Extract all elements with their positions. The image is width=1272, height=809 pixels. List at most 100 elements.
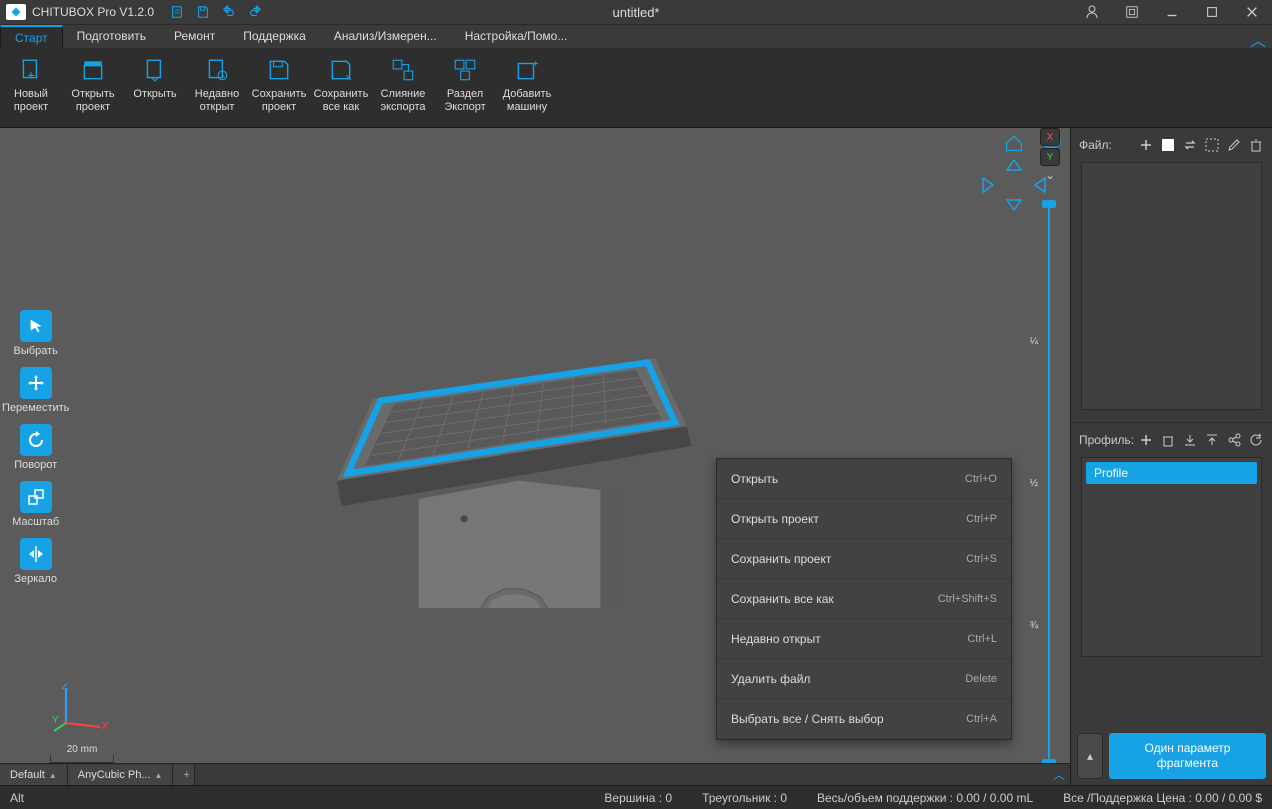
profile-panel-label: Профиль: [1079, 433, 1134, 447]
select-box-icon[interactable] [1204, 137, 1220, 153]
merge-export-button[interactable]: Слияниеэкспорта [372, 52, 434, 123]
machine-tab-anycubic[interactable]: AnyCubic Ph...▲ [68, 765, 174, 785]
status-triangle: Треугольник : 0 [702, 791, 787, 805]
tab-start[interactable]: Старт [0, 25, 63, 48]
tabs-expand-icon[interactable]: ︿ [1048, 766, 1070, 783]
ribbon: Новыйпроект Открытьпроект Открыть Недавн… [0, 48, 1272, 128]
tool-scale[interactable]: Масштаб [2, 481, 69, 528]
build-plate [270, 308, 740, 608]
axis-chevron-icon[interactable]: ⌄ [1045, 168, 1055, 182]
ctx-select-all[interactable]: Выбрать все / Снять выборCtrl+A [717, 699, 1011, 739]
export-profile-icon[interactable] [1204, 432, 1220, 448]
tab-prepare[interactable]: Подготовить [63, 25, 160, 48]
ctx-save-all-as[interactable]: Сохранить все какCtrl+Shift+S [717, 579, 1011, 619]
user-icon[interactable] [1072, 0, 1112, 24]
share-profile-icon[interactable] [1226, 432, 1242, 448]
move-icon [20, 367, 52, 399]
new-project-icon [17, 56, 45, 84]
svg-text:Y: Y [52, 715, 59, 726]
svg-text:Z: Z [62, 683, 68, 692]
edit-icon[interactable] [1226, 137, 1242, 153]
ctx-save-project[interactable]: Сохранить проектCtrl+S [717, 539, 1011, 579]
main-tabs: Старт Подготовить Ремонт Поддержка Анали… [0, 24, 1272, 48]
minimize-button[interactable] [1152, 0, 1192, 24]
tool-mirror[interactable]: Зеркало [2, 538, 69, 585]
rotate-icon [20, 424, 52, 456]
viewport-area: Z X Y 20 mm ОткрытьCtrl+O Открыть проект… [0, 128, 1070, 785]
open-icon [141, 56, 169, 84]
left-toolbox: Выбрать Переместить Поворот Масштаб Зерк… [2, 310, 69, 585]
machine-tabs: Default▲ AnyCubic Ph...▲ + ︿ [0, 763, 1070, 785]
file-panel-label: Файл: [1079, 138, 1112, 152]
tab-analyze[interactable]: Анализ/Измерен... [320, 25, 451, 48]
open-project-button[interactable]: Открытьпроект [62, 52, 124, 123]
slice-options-dropdown[interactable]: ▴ [1077, 733, 1103, 779]
status-price: Все /Поддержка Цена : 0.00 / 0.00 $ [1063, 791, 1262, 805]
recent-button[interactable]: Недавнооткрыт [186, 52, 248, 123]
refresh-profile-icon[interactable] [1248, 432, 1264, 448]
recent-icon [203, 56, 231, 84]
tab-settings[interactable]: Настройка/Помо... [451, 25, 582, 48]
add-machine-tab[interactable]: + [173, 765, 195, 785]
save-all-as-button[interactable]: Сохранитьвсе как [310, 52, 372, 123]
profile-item[interactable]: Profile [1086, 462, 1257, 484]
axis-x-badge[interactable]: X [1040, 128, 1060, 146]
tab-support[interactable]: Поддержка [229, 25, 320, 48]
redo-icon[interactable] [242, 0, 268, 24]
split-export-button[interactable]: РазделЭкспорт [434, 52, 496, 123]
add-machine-icon [513, 56, 541, 84]
merge-export-icon [389, 56, 417, 84]
delete-profile-icon[interactable] [1160, 432, 1176, 448]
document-title: untitled* [613, 5, 660, 20]
open-button[interactable]: Открыть [124, 52, 186, 123]
nav-down-icon[interactable] [1005, 198, 1023, 212]
app-logo [6, 4, 26, 20]
right-panel: Файл: Профиль: Profil [1070, 128, 1272, 785]
mirror-icon [20, 538, 52, 570]
swap-icon[interactable] [1182, 137, 1198, 153]
color-icon[interactable] [1160, 137, 1176, 153]
save-as-icon [327, 56, 355, 84]
import-profile-icon[interactable] [1182, 432, 1198, 448]
layer-slider[interactable]: ¼ ½ ¾ [1042, 200, 1056, 767]
save-project-button[interactable]: Сохранитьпроект [248, 52, 310, 123]
ctx-delete-file[interactable]: Удалить файлDelete [717, 659, 1011, 699]
status-bar: Alt Вершина : 0 Треугольник : 0 Весь/объ… [0, 785, 1272, 809]
quick-save-icon[interactable] [190, 0, 216, 24]
status-vertex: Вершина : 0 [604, 791, 672, 805]
axis-y-badge[interactable]: Y [1040, 148, 1060, 166]
undo-icon[interactable] [216, 0, 242, 24]
scale-bar: 20 mm [50, 742, 114, 763]
add-machine-button[interactable]: Добавитьмашину [496, 52, 558, 123]
new-project-button[interactable]: Новыйпроект [0, 52, 62, 123]
collapse-ribbon-icon[interactable]: ︿ [1250, 27, 1266, 51]
slice-button[interactable]: Один параметрфрагмента [1109, 733, 1266, 779]
ctx-open[interactable]: ОткрытьCtrl+O [717, 459, 1011, 499]
tool-select[interactable]: Выбрать [2, 310, 69, 357]
add-profile-icon[interactable] [1138, 432, 1154, 448]
close-button[interactable] [1232, 0, 1272, 24]
profile-list[interactable]: Profile [1081, 457, 1262, 657]
machine-tab-default[interactable]: Default▲ [0, 765, 68, 785]
split-export-icon [451, 56, 479, 84]
file-list[interactable] [1081, 162, 1262, 410]
axis-badges: X Y ⌄ [1040, 128, 1060, 182]
axis-gizmo: Z X Y [52, 683, 112, 733]
delete-file-icon[interactable] [1248, 137, 1264, 153]
add-file-icon[interactable] [1138, 137, 1154, 153]
select-icon [20, 310, 52, 342]
tab-repair[interactable]: Ремонт [160, 25, 229, 48]
status-volume: Весь/объем поддержки : 0.00 / 0.00 mL [817, 791, 1033, 805]
status-alt: Alt [10, 791, 24, 805]
ctx-open-project[interactable]: Открыть проектCtrl+P [717, 499, 1011, 539]
ctx-recent[interactable]: Недавно открытCtrl+L [717, 619, 1011, 659]
nav-up-icon[interactable] [1005, 158, 1023, 172]
home-view-icon[interactable] [1004, 134, 1024, 152]
tool-move[interactable]: Переместить [2, 367, 69, 414]
window-icon[interactable] [1112, 0, 1152, 24]
maximize-button[interactable] [1192, 0, 1232, 24]
quick-btn-1[interactable] [164, 0, 190, 24]
tool-rotate[interactable]: Поворот [2, 424, 69, 471]
context-menu: ОткрытьCtrl+O Открыть проектCtrl+P Сохра… [716, 458, 1012, 740]
nav-left-icon[interactable] [981, 176, 995, 194]
